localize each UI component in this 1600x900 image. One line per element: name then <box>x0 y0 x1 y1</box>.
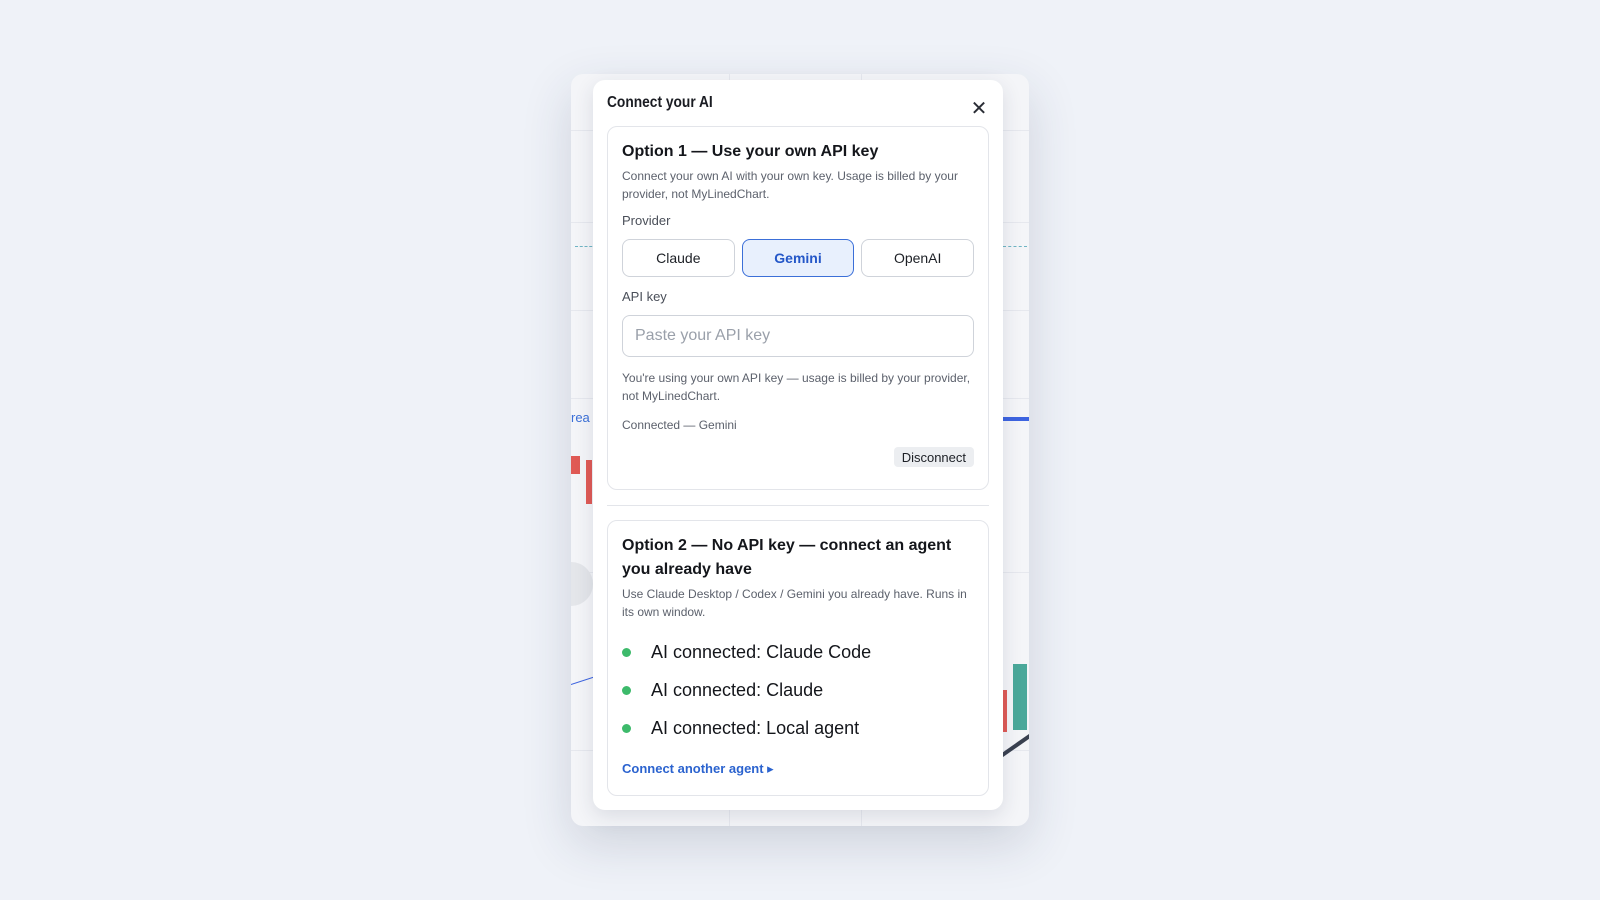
bg-candle-red <box>586 460 592 504</box>
connect-ai-modal: Connect your AI ✕ Option 1 — Use your ow… <box>593 80 1003 810</box>
option2-description: Use Claude Desktop / Codex / Gemini you … <box>622 587 967 619</box>
list-item: AI connected: Claude Code <box>622 633 974 671</box>
modal-title: Connect your AI <box>607 94 713 111</box>
agent-label: AI connected: Local agent <box>651 717 860 738</box>
option2-title: Option 2 — No API key — connect an agent… <box>622 537 952 578</box>
disconnect-button[interactable]: Disconnect <box>893 447 974 467</box>
api-key-label: API key <box>622 289 667 304</box>
api-key-input[interactable] <box>622 315 974 357</box>
connection-status: Connected — Gemini <box>622 418 737 432</box>
bg-candle-red <box>1003 690 1007 732</box>
provider-button-gemini[interactable]: Gemini <box>741 239 855 277</box>
provider-label: Provider <box>622 213 671 228</box>
option1-description: Connect your own AI with your own key. U… <box>622 169 958 201</box>
billing-note: You're using your own API key — usage is… <box>622 371 971 403</box>
agent-label: AI connected: Claude <box>651 679 824 700</box>
bg-chart-label: rea <box>571 410 590 425</box>
bg-candle-green <box>1013 664 1027 730</box>
provider-button-claude[interactable]: Claude <box>622 239 735 277</box>
bg-circle-button <box>571 562 593 606</box>
connected-status-dot-icon <box>622 685 631 695</box>
close-icon[interactable]: ✕ <box>967 96 991 120</box>
connected-status-dot-icon <box>622 723 631 733</box>
list-item: AI connected: Claude <box>622 671 974 709</box>
connected-agents-list: AI connected: Claude Code AI connected: … <box>622 633 974 747</box>
connect-another-agent-link[interactable]: Connect another agent ▸ <box>622 761 774 777</box>
bg-trend-line <box>999 731 1029 758</box>
option1-title: Option 1 — Use your own API key <box>622 143 879 160</box>
option1-card: Option 1 — Use your own API key Connect … <box>607 126 989 490</box>
bg-blue-marker <box>1003 417 1029 421</box>
bg-candle-red <box>571 456 580 474</box>
list-item: AI connected: Local agent <box>622 709 974 747</box>
option2-card: Option 2 — No API key — connect an agent… <box>607 520 989 796</box>
section-divider <box>607 505 989 506</box>
bg-dashed-line <box>1003 246 1027 247</box>
provider-button-openai[interactable]: OpenAI <box>861 239 975 277</box>
connected-status-dot-icon <box>622 647 631 657</box>
agent-label: AI connected: Claude Code <box>651 641 872 662</box>
provider-selector: Claude Gemini OpenAI <box>622 239 975 277</box>
